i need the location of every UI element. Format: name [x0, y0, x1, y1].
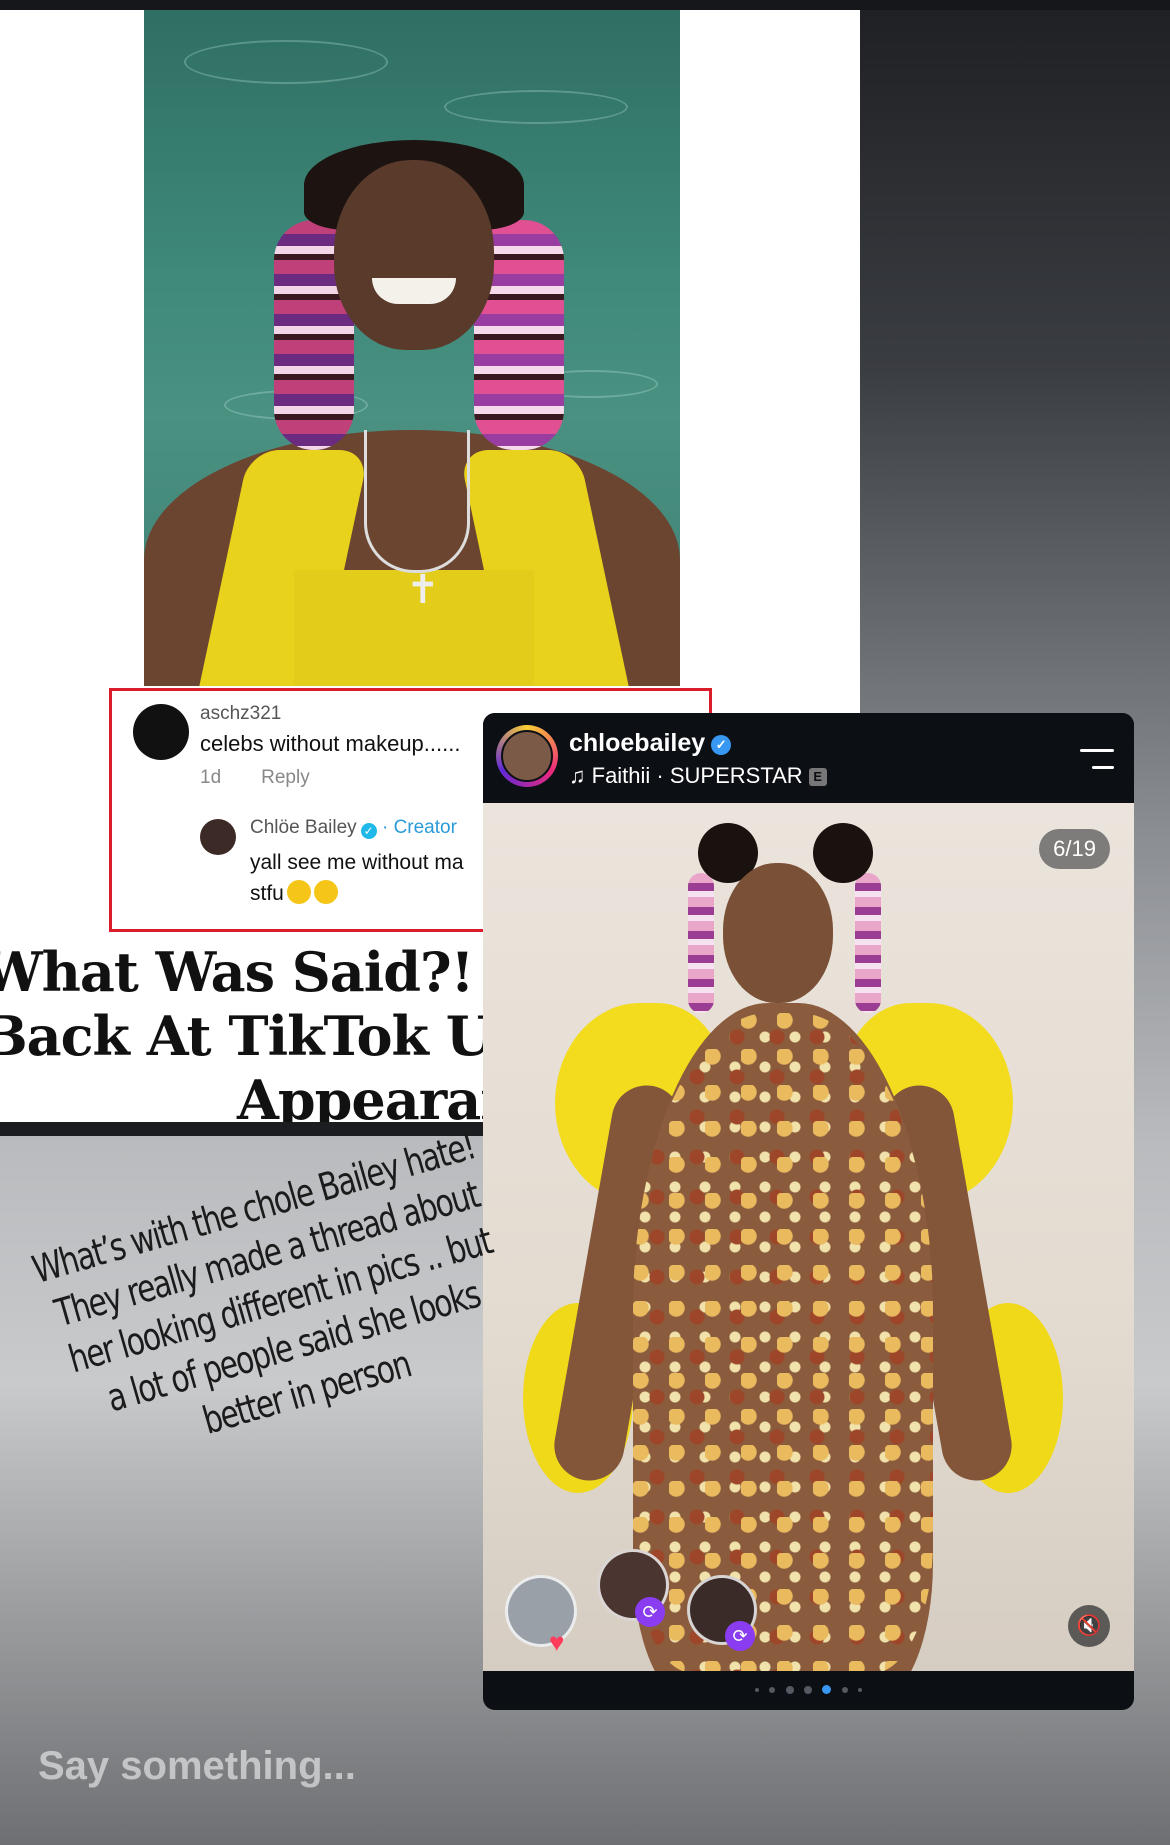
- repost-icon: ⟳: [635, 1597, 665, 1627]
- reel-header: chloebailey ✓ ♫ Faithii · SUPERSTAR E: [483, 713, 1134, 803]
- verified-badge-icon: ✓: [711, 735, 732, 755]
- creator-reply-line2: stfu: [250, 882, 284, 905]
- laughing-emoji-icon: [313, 880, 338, 904]
- creator-reply-line1: yall see me without ma: [250, 851, 464, 874]
- swimming-photo: ✝: [144, 10, 680, 686]
- reel-audio-line[interactable]: ♫ Faithii · SUPERSTAR E: [569, 763, 827, 789]
- commenter-avatar: [133, 704, 189, 760]
- creator-username: Chlöe Bailey: [250, 817, 357, 838]
- laughing-emoji-icon: [286, 880, 311, 904]
- explicit-badge: E: [808, 768, 827, 786]
- comment-meta: 1d Reply: [200, 767, 310, 789]
- comment-reply-link: Reply: [261, 767, 310, 788]
- carousel-counter: 6/19: [1039, 829, 1110, 869]
- mute-icon[interactable]: 🔇: [1068, 1605, 1110, 1647]
- comment-text: celebs without makeup......: [200, 731, 461, 756]
- comment-age: 1d: [200, 767, 222, 788]
- reply-input[interactable]: Say something...: [38, 1744, 356, 1789]
- menu-icon[interactable]: [1080, 747, 1114, 771]
- heart-icon: ♥: [549, 1627, 565, 1657]
- creator-reply-text: yall see me without ma stfu: [250, 847, 464, 909]
- reel-author-avatar[interactable]: [496, 725, 558, 787]
- commenter-username: aschz321: [200, 703, 282, 724]
- creator-username-line: Chlöe Bailey ✓ · Creator: [250, 817, 457, 839]
- reel-photo[interactable]: 6/19 ♥ ⟳ ⟳ 🔇: [483, 803, 1134, 1671]
- music-note-icon: ♫: [569, 763, 586, 788]
- creator-separator: ·: [381, 817, 389, 838]
- creator-avatar: [200, 819, 236, 855]
- shared-reel-card[interactable]: chloebailey ✓ ♫ Faithii · SUPERSTAR E 6/19…: [483, 713, 1134, 1710]
- repost-icon: ⟳: [725, 1621, 755, 1651]
- verified-badge-icon: ✓: [360, 823, 377, 839]
- reel-author-line[interactable]: chloebailey ✓: [569, 729, 732, 758]
- creator-label: Creator: [393, 817, 457, 838]
- carousel-dots: [483, 1671, 1134, 1710]
- reel-audio-title[interactable]: Faithii · SUPERSTAR: [592, 763, 803, 788]
- story-top-bar: [0, 0, 1170, 10]
- reel-author-username[interactable]: chloebailey: [569, 729, 705, 757]
